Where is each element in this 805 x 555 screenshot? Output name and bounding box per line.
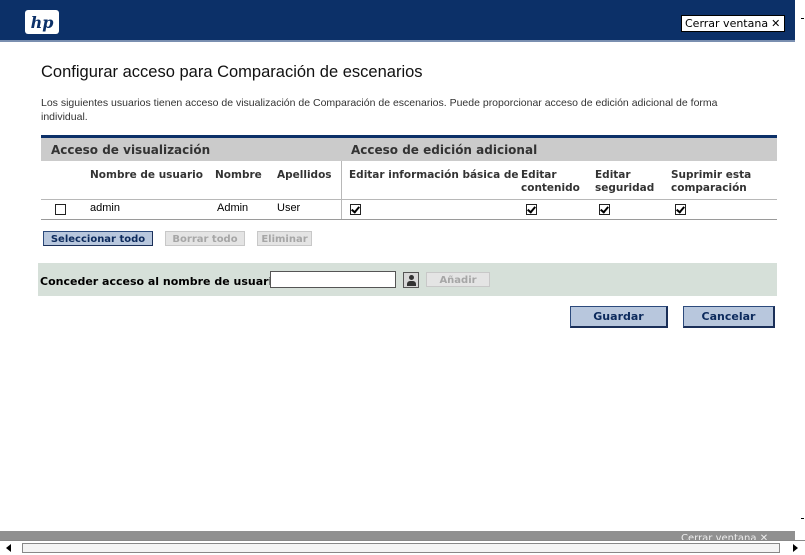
scroll-marker [801,18,804,19]
table-group-header: Acceso de visualización Acceso de edició… [41,138,777,161]
remove-button[interactable]: Eliminar [257,231,312,246]
group-view-access: Acceso de visualización [51,143,211,157]
edit-basic-checkbox[interactable] [350,204,361,215]
add-button[interactable]: Añadir [426,272,490,287]
col-last-name: Apellidos [277,169,332,181]
col-first-name: Nombre [215,169,262,181]
grant-access-label: Conceder acceso al nombre de usuario: [40,275,285,288]
close-x-icon: ✕ [771,17,781,30]
cancel-button[interactable]: Cancelar [683,306,775,328]
table-column-header: Nombre de usuario Nombre Apellidos Edita… [41,161,777,200]
banner-underline [0,40,795,42]
select-all-button[interactable]: Seleccionar todo [43,231,153,246]
close-window-label: Cerrar ventana [685,17,769,30]
cell-first-name: Admin [217,202,249,214]
delete-checkbox[interactable] [675,204,686,215]
scroll-right-icon[interactable] [793,544,798,552]
col-edit-security: Editar seguridad [595,169,655,194]
edit-content-checkbox[interactable] [526,204,537,215]
edit-security-checkbox[interactable] [599,204,610,215]
scroll-left-icon[interactable] [6,544,11,552]
hp-logo: hp [25,10,59,34]
user-lookup-icon[interactable] [403,272,419,288]
page-title: Configurar acceso para Comparación de es… [41,63,423,81]
grant-access-bar: Conceder acceso al nombre de usuario: Añ… [38,263,777,296]
col-edit-basic: Editar información básica de [349,169,519,181]
vertical-scrollbar[interactable] [795,0,805,554]
col-delete: Suprimir esta comparación [671,169,752,194]
table-row: admin Admin User [41,199,777,220]
group-edit-access: Acceso de edición adicional [351,143,538,157]
save-button[interactable]: Guardar [570,306,668,328]
clear-all-button[interactable]: Borrar todo [165,231,245,246]
row-select-checkbox[interactable] [55,204,66,215]
page-description: Los siguientes usuarios tienen acceso de… [41,97,718,123]
col-edit-content: Editar contenido [521,169,580,194]
cell-last-name: User [277,202,301,214]
logo-text: hp [30,12,54,32]
scroll-track[interactable] [22,543,780,553]
username-input[interactable] [270,271,396,288]
top-banner: hp Cerrar ventana ✕ [0,0,795,40]
cell-username: admin [90,202,120,214]
close-window-button[interactable]: Cerrar ventana ✕ [681,15,786,32]
col-username: Nombre de usuario [90,169,203,181]
scroll-marker [801,518,804,519]
horizontal-scrollbar[interactable] [0,540,805,555]
footer-bar [0,531,795,540]
